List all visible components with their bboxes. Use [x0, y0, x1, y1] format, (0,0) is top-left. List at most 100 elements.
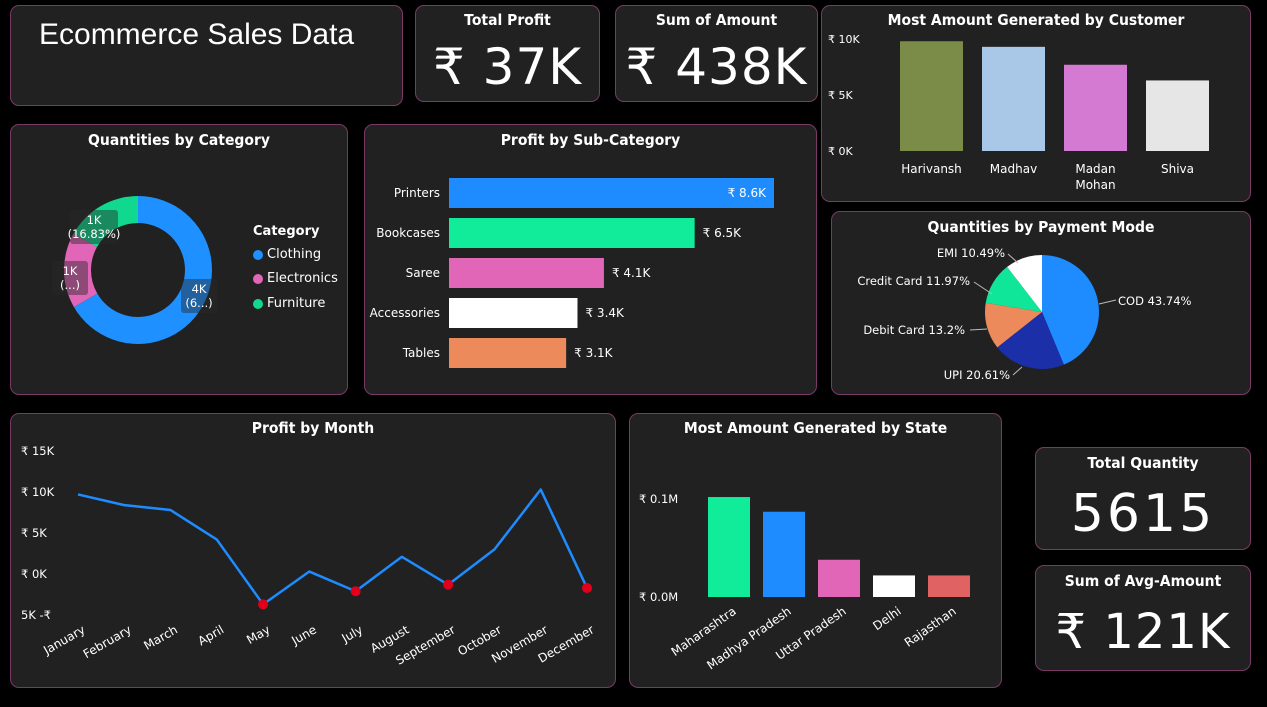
data-label: UPI 20.61%: [944, 368, 1010, 382]
legend-item-clothing: Clothing: [253, 247, 321, 262]
data-label: ₹ 4.1K: [612, 266, 652, 280]
y-tick-label: ₹ 10K: [21, 485, 55, 499]
legend-swatch: [253, 298, 263, 309]
slice-label: (...): [60, 278, 80, 292]
leader-line: [1007, 253, 1019, 264]
kpi-avg-amount: Sum of Avg-Amount ₹ 121K: [1035, 565, 1251, 671]
bar-printers: [449, 178, 774, 208]
x-tick-label: May: [244, 622, 272, 647]
legend-label: Furniture: [267, 296, 326, 311]
payment-chart-card: Quantities by Payment Mode COD 43.74% UPI…: [831, 211, 1251, 395]
x-tick-label: June: [288, 622, 319, 648]
subcategory-chart-card: Profit by Sub-Category Printers ₹ 8.6K Boo…: [364, 124, 817, 395]
legend-label: Electronics: [267, 271, 338, 286]
y-tick-label: Saree: [406, 266, 440, 280]
bar-uttar-pradesh: [818, 559, 860, 597]
kpi-sum-amount: Sum of Amount ₹ 438K: [615, 5, 818, 102]
leader-line: [969, 328, 988, 331]
y-tick-label: 5K -₹: [21, 608, 51, 622]
y-tick-label: Tables: [402, 346, 440, 360]
slice-label: (6...): [185, 296, 212, 310]
slice-label: (16.83%): [68, 227, 121, 241]
x-tick-label: Delhi: [870, 604, 903, 633]
kpi-value: ₹ 438K: [625, 38, 808, 96]
data-label: ₹ 8.6K: [728, 186, 768, 200]
negative-point-marker: [443, 579, 454, 590]
bar-madhya-pradesh: [763, 511, 805, 597]
legend-item-electronics: Electronics: [253, 271, 338, 286]
data-label: EMI 10.49%: [937, 246, 1005, 260]
bar-tables: [449, 338, 567, 368]
customer-chart-card: Most Amount Generated by Customer ₹ 10K ₹…: [821, 5, 1251, 202]
kpi-value: 5615: [1070, 484, 1216, 544]
x-tick-label: January: [40, 622, 87, 657]
bar-bookcases: [449, 218, 695, 248]
leader-line: [1012, 366, 1023, 376]
state-bar-chart: ₹ 0.1M₹ 0.0MMaharashtraMadhya PradeshUtt…: [639, 492, 970, 672]
y-tick-label: ₹ 10K: [828, 33, 860, 46]
x-tick-label: Madan Mohan: [1075, 162, 1115, 192]
data-label: ₹ 3.1K: [574, 346, 614, 360]
bar-maharashtra: [708, 497, 750, 597]
bar-shiva: [1146, 80, 1209, 151]
month-line-chart: ₹ 15K₹ 10K₹ 5K₹ 0K5K -₹JanuaryFebruary Ma…: [21, 444, 597, 668]
legend-swatch: [253, 273, 263, 284]
legend-label: Clothing: [267, 247, 322, 262]
profit-line: [77, 488, 589, 606]
y-tick-label: ₹ 0K: [21, 567, 47, 581]
x-tick-label: April: [196, 622, 227, 648]
subcategory-bar-chart: Printers ₹ 8.6K Bookcases ₹ 6.5K Saree ₹ 4.1K…: [370, 178, 774, 368]
kpi-label: Total Quantity: [1087, 454, 1199, 472]
data-label: Debit Card 13.2%: [863, 323, 965, 337]
customer-bar-chart: ₹ 10K ₹ 5K ₹ 0K Harivansh Madhav Madan Mohan Sh…: [828, 33, 1209, 192]
x-tick-label: Rajasthan: [902, 604, 959, 650]
x-tick-label: Madhav: [990, 162, 1037, 176]
bar-accessories: [449, 298, 578, 328]
kpi-total-profit: Total Profit ₹ 37K: [415, 5, 600, 102]
month-chart-card: Profit by Month ₹ 15K ₹ 10K ₹ 5K ₹ 0K 5K -₹ J…: [10, 413, 616, 688]
leader-line: [1098, 299, 1117, 305]
bar-madhav: [982, 46, 1045, 152]
kpi-label: Sum of Amount: [655, 11, 778, 29]
legend-title: Category: [253, 224, 320, 239]
leader-line: [973, 281, 993, 295]
negative-point-marker: [350, 586, 361, 597]
state-chart-card: Most Amount Generated by State ₹ 0.1M ₹ 0…: [629, 413, 1002, 688]
legend-item-furniture: Furniture: [253, 296, 325, 311]
bar-rajasthan: [928, 575, 970, 597]
bar-saree: [449, 258, 604, 288]
y-tick-label: Bookcases: [376, 226, 440, 240]
title-card: Ecommerce Sales Data: [10, 5, 403, 106]
kpi-value: ₹ 121K: [1055, 604, 1231, 660]
y-tick-label: ₹ 0K: [828, 145, 853, 158]
bar-madan-mohan: [1064, 64, 1127, 151]
kpi-value: ₹ 37K: [432, 38, 583, 96]
legend-swatch: [253, 249, 263, 260]
y-tick-label: Printers: [394, 186, 440, 200]
negative-point-marker: [582, 582, 592, 593]
negative-point-marker: [258, 599, 269, 610]
slice-label: 1K: [63, 264, 78, 278]
x-tick-label: March: [141, 622, 180, 652]
y-tick-label: ₹ 0.1M: [639, 492, 678, 506]
data-label: ₹ 6.5K: [703, 226, 743, 240]
y-tick-label: Accessories: [370, 306, 440, 320]
y-tick-label: ₹ 5K: [828, 89, 853, 102]
x-tick-label: July: [339, 622, 366, 645]
kpi-total-quantity: Total Quantity 5615: [1035, 447, 1251, 550]
page-title: Ecommerce Sales Data: [39, 18, 355, 51]
slice-label: 4K: [192, 282, 207, 296]
y-tick-label: ₹ 15K: [21, 444, 55, 458]
data-label: ₹ 3.4K: [585, 306, 625, 320]
bar-harivansh: [900, 41, 963, 151]
kpi-label: Sum of Avg-Amount: [1064, 572, 1222, 590]
bar-delhi: [873, 575, 915, 597]
x-tick-label: February: [81, 622, 134, 661]
x-tick-label: Harivansh: [901, 162, 962, 176]
data-label: Credit Card 11.97%: [857, 274, 970, 288]
slice-label: 1K: [87, 213, 102, 227]
category-chart-card: Quantities by Category 4K (6...) 1K (...) 1K…: [10, 124, 348, 395]
y-tick-label: ₹ 0.0M: [639, 590, 678, 604]
x-tick-label: Shiva: [1161, 162, 1194, 176]
kpi-label: Total Profit: [464, 11, 551, 29]
